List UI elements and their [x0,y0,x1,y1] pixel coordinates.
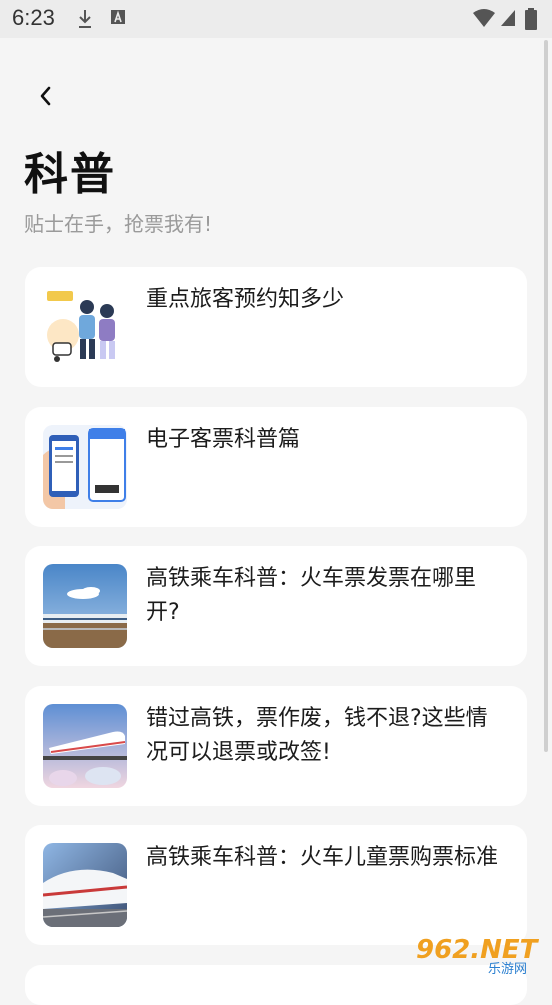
font-a-icon [111,10,125,24]
article-card[interactable]: 重点旅客预约知多少 [25,267,527,387]
article-thumbnail [43,704,127,788]
article-title: 高铁乘车科普：火车票发票在哪里开? [146,566,477,625]
page-title: 科普 [24,149,116,200]
signal-icon [501,10,515,26]
article-thumbnail [43,285,127,369]
watermark-logo: 962.NET 乐游网 [412,928,548,977]
article-card[interactable]: 高铁乘车科普：火车儿童票购票标准 [25,825,527,945]
article-title: 电子客票科普篇 [146,427,301,452]
article-title: 高铁乘车科普：火车儿童票购票标准 [146,845,499,870]
article-title: 错过高铁，票作废，钱不退?这些情况可以退票或改签! [146,706,488,765]
status-time: 6:23 [12,5,55,30]
status-bar: 6:23 [0,0,552,38]
download-icon [79,10,91,28]
chevron-left-icon [40,86,51,106]
article-thumbnail [43,425,127,509]
watermark-text: 962.NET [416,935,540,965]
scrollbar[interactable] [544,40,548,752]
article-thumbnail [43,564,127,648]
back-button[interactable] [30,80,62,112]
article-thumbnail [43,843,127,927]
article-card[interactable]: 错过高铁，票作废，钱不退?这些情况可以退票或改签! [25,686,527,806]
article-card[interactable]: 高铁乘车科普：火车票发票在哪里开? [25,546,527,666]
page-subtitle: 贴士在手，抢票我有! [24,212,213,236]
article-card[interactable]: 电子客票科普篇 [25,407,527,527]
article-title: 重点旅客预约知多少 [146,287,345,312]
battery-icon [525,8,537,30]
watermark-subtext: 乐游网 [488,962,527,976]
wifi-icon [473,9,495,27]
